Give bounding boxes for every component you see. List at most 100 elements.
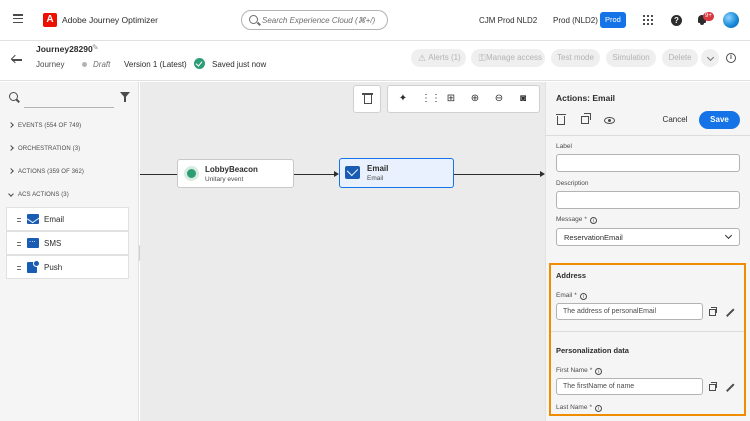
journey-version[interactable]: Version 1 (Latest) <box>124 60 187 69</box>
back-arrow-icon[interactable] <box>10 54 23 66</box>
info-icon[interactable]: i <box>594 405 602 412</box>
help-icon[interactable]: ? <box>671 15 682 26</box>
app-title[interactable]: Adobe Journey Optimizer <box>62 15 158 25</box>
search-icon <box>249 15 258 24</box>
alerts-button[interactable]: ⚠ Alerts (1) <box>411 49 466 67</box>
first-name-field[interactable]: The firstName of name <box>556 378 703 395</box>
manage-access-button[interactable]: ⚿ Manage access <box>471 49 545 67</box>
status-dot-icon <box>82 62 87 67</box>
drag-handle-icon[interactable] <box>17 242 21 246</box>
chevron-right-icon <box>8 145 14 151</box>
journey-canvas[interactable] <box>140 82 545 421</box>
divider <box>545 135 750 136</box>
save-status: Saved just now <box>212 60 267 69</box>
node-lobbybeacon[interactable]: LobbyBeacon Unitary event <box>177 159 294 188</box>
crosshair-icon[interactable]: ⊞ <box>445 93 457 105</box>
address-section-title: Address <box>556 271 587 280</box>
simulation-button[interactable]: Simulation <box>606 49 656 67</box>
key-icon: ⚿ <box>478 53 486 63</box>
chevron-down-icon <box>706 53 714 62</box>
more-options-button[interactable] <box>701 49 719 67</box>
grid-icon[interactable]: ⋮⋮ <box>421 93 441 105</box>
test-mode-button[interactable]: Test mode <box>551 49 600 67</box>
message-select-value: ReservationEmail <box>564 233 623 242</box>
info-icon[interactable]: i <box>595 368 603 375</box>
activity-palette: EVENTS (554 OF 749) ORCHESTRATION (3) AC… <box>0 82 139 421</box>
copy-icon[interactable] <box>709 307 717 316</box>
zoom-out-icon[interactable]: ⊖ <box>493 93 505 105</box>
node-title: Email <box>367 164 389 173</box>
copy-icon[interactable] <box>709 382 717 391</box>
env-badge: Prod <box>600 12 626 28</box>
drag-handle-icon[interactable] <box>17 266 21 270</box>
filter-icon[interactable] <box>120 92 130 102</box>
activity-label: SMS <box>44 239 62 248</box>
chevron-right-icon <box>8 168 14 174</box>
delete-button[interactable]: Delete <box>662 49 698 67</box>
description-input[interactable] <box>556 191 740 209</box>
search-box[interactable] <box>241 10 388 30</box>
last-name-field-label: Last Name * i <box>556 404 602 412</box>
activity-label: Push <box>44 263 63 272</box>
activity-sms[interactable]: SMS <box>6 231 129 255</box>
org-switcher[interactable]: CJM Prod NLD2 <box>479 16 537 25</box>
email-address-value: The address of personalEmail <box>563 308 656 315</box>
globe-icon <box>184 166 199 181</box>
top-bar: A Adobe Journey Optimizer CJM Prod NLD2 … <box>0 0 750 41</box>
message-select[interactable]: ReservationEmail <box>556 228 740 246</box>
category-orchestration[interactable]: ORCHESTRATION (3) <box>8 145 81 152</box>
required-marker: * <box>574 292 577 299</box>
avatar[interactable] <box>723 12 739 28</box>
node-email[interactable]: Email Email <box>339 158 454 188</box>
category-label: ACS ACTIONS (3) <box>18 192 69 198</box>
save-button[interactable]: Save <box>699 111 740 129</box>
category-events[interactable]: EVENTS (554 OF 749) <box>8 122 81 129</box>
apps-grid-icon[interactable] <box>643 15 653 25</box>
connector-line <box>294 174 334 175</box>
manage-access-label: Manage access <box>485 53 543 62</box>
pencil-icon[interactable]: ✎ <box>92 44 100 52</box>
sandbox-switcher[interactable]: Prod (NLD2) <box>553 16 598 25</box>
zoom-in-icon[interactable]: ⊕ <box>469 93 481 105</box>
category-acs-actions[interactable]: ACS ACTIONS (3) <box>8 191 69 198</box>
info-icon[interactable]: i <box>726 53 736 63</box>
last-name-label-text: Last Name <box>556 404 588 411</box>
description-field-label: Description <box>556 180 589 187</box>
chevron-right-icon <box>8 122 14 128</box>
cancel-button[interactable]: Cancel <box>659 112 691 128</box>
camera-icon[interactable]: ◙ <box>517 93 529 105</box>
trash-icon[interactable] <box>556 114 566 125</box>
category-actions[interactable]: ACTIONS (359 OF 362) <box>8 168 84 175</box>
search-input[interactable] <box>262 13 382 27</box>
duplicate-icon[interactable] <box>581 113 591 124</box>
email-address-field[interactable]: The address of personalEmail <box>556 303 703 320</box>
required-marker: * <box>589 404 592 411</box>
label-input[interactable] <box>556 154 740 172</box>
email-label-text: Email <box>556 292 573 299</box>
connector-line <box>140 174 177 175</box>
push-icon <box>27 260 40 273</box>
node-title: LobbyBeacon <box>205 165 258 174</box>
message-label-text: Message <box>556 216 583 223</box>
adobe-logo[interactable]: A <box>43 13 57 27</box>
search-icon[interactable] <box>9 92 18 101</box>
chevron-down-icon <box>8 191 14 197</box>
info-icon[interactable]: i <box>589 217 597 224</box>
magic-wand-icon[interactable]: ✦ <box>397 93 409 105</box>
canvas-toolbar: ✦ ⋮⋮ ⊞ ⊕ ⊖ ◙ <box>387 85 540 113</box>
menu-icon[interactable] <box>13 14 23 23</box>
first-name-label-text: First Name <box>556 367 588 374</box>
required-marker: * <box>589 367 593 374</box>
email-field-label: Email * i <box>556 292 587 300</box>
info-icon[interactable]: i <box>579 293 587 300</box>
eye-icon[interactable] <box>604 117 615 124</box>
journey-header: Journey28290 ✎ Journey Draft Version 1 (… <box>0 41 750 81</box>
drag-handle-icon[interactable] <box>17 218 21 222</box>
canvas-delete-button[interactable] <box>353 85 381 113</box>
palette-search-field[interactable] <box>24 107 114 108</box>
message-field-label: Message * i <box>556 216 597 224</box>
activity-push[interactable]: Push <box>6 255 129 279</box>
activity-email[interactable]: Email <box>6 207 129 231</box>
category-label: ORCHESTRATION (3) <box>18 146 81 152</box>
node-subtitle: Email <box>367 175 384 182</box>
